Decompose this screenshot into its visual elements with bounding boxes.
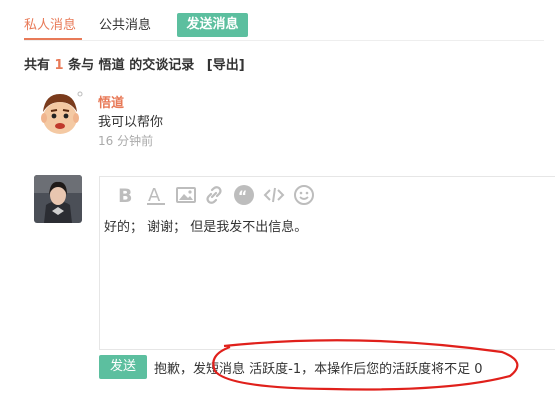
tab-divider (24, 40, 544, 41)
summary-user[interactable]: 悟道 (99, 58, 125, 73)
image-icon[interactable] (175, 184, 197, 206)
annotation-ellipse (210, 338, 525, 398)
svg-text:B: B (118, 185, 132, 206)
export-link[interactable]: [导出] (207, 58, 245, 73)
reply-editor[interactable] (99, 176, 555, 350)
user-avatar[interactable] (34, 175, 82, 223)
summary-prefix: 共有 (24, 58, 51, 73)
avatar[interactable] (35, 88, 85, 138)
summary-count: 1 (54, 58, 64, 73)
quote-icon[interactable]: “ (233, 184, 255, 206)
editor-content[interactable]: 好的； 谢谢； 但是我发不出信息。 (104, 216, 307, 235)
tab-public-messages[interactable]: 公共消息 (99, 14, 151, 33)
tab-private-messages[interactable]: 私人消息 (24, 14, 76, 33)
send-message-button[interactable]: 发送消息 (177, 13, 248, 37)
emoji-icon[interactable] (293, 184, 315, 206)
send-button[interactable]: 发送 (99, 355, 147, 379)
message-time: 16 分钟前 (98, 134, 154, 148)
link-icon[interactable] (203, 184, 225, 206)
summary-middle: 条与 (68, 58, 95, 73)
message-author[interactable]: 悟道 (98, 92, 124, 111)
font-color-icon[interactable]: A (145, 184, 167, 206)
summary-suffix: 的交谈记录 (129, 58, 195, 73)
svg-text:A: A (148, 185, 161, 206)
bold-icon[interactable]: B (115, 184, 137, 207)
code-icon[interactable] (263, 184, 285, 206)
message-text: 我可以帮你 (98, 115, 164, 130)
svg-text:“: “ (238, 189, 247, 205)
conversation-summary: 共有 1 条与 悟道 的交谈记录 [导出] (24, 54, 245, 73)
